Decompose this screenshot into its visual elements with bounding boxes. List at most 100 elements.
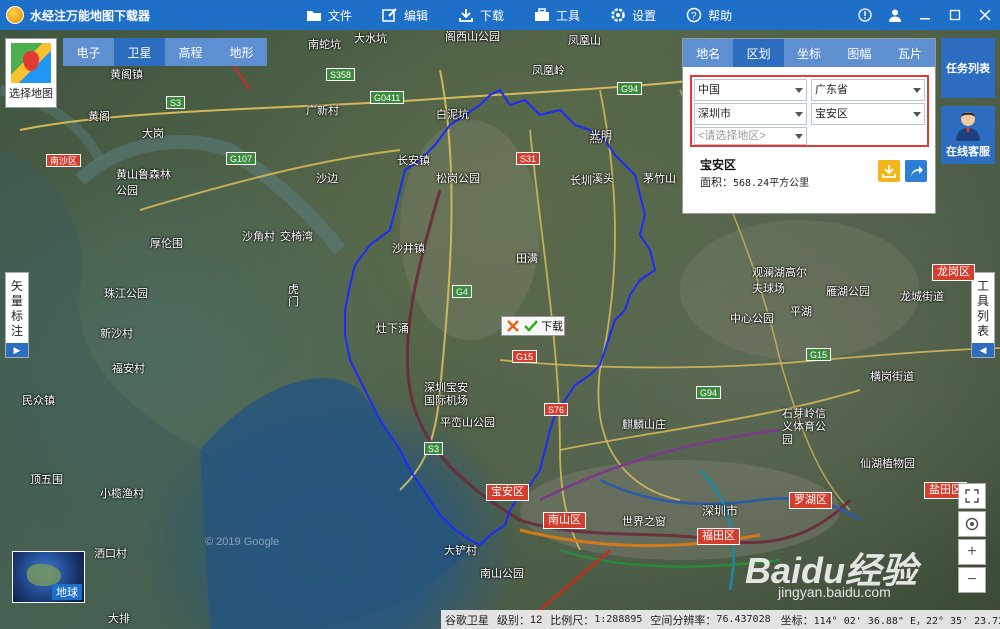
district-label: 宝安区 <box>486 484 529 501</box>
map-label: 中心公园 <box>730 313 774 325</box>
map-label: 小榄渔村 <box>100 488 144 500</box>
map-selector-button[interactable]: 选择地图 <box>5 38 57 108</box>
download-popup: 下载 <box>501 316 565 336</box>
map-label: 大水坑 <box>354 33 387 45</box>
chevron-right-icon[interactable]: ▶ <box>6 343 28 357</box>
road-badge: G107 <box>226 152 257 165</box>
area-value: 568.24平方公里 <box>733 178 810 189</box>
minimize-button[interactable] <box>910 0 940 30</box>
window-controls <box>850 0 1000 30</box>
gear-icon <box>611 8 625 22</box>
tool-list-tab[interactable]: 工 具 列 表 ◀ <box>971 272 995 358</box>
earth-view-button[interactable]: 地球 <box>12 551 85 603</box>
status-resolution: 76.437028 <box>716 614 771 625</box>
map-view[interactable]: 选择地图 电子 卫星 高程 地形 矢 量 标 注 ▶ 工 具 列 表 ◀ 南蛇坑… <box>0 30 1000 629</box>
side-tab-char: 矢 <box>10 279 23 293</box>
map-label: 黄阁 <box>88 111 110 123</box>
country-select[interactable]: 中国 <box>694 79 807 101</box>
dropdown-arrow-icon <box>795 88 803 93</box>
menu-file[interactable]: 文件 <box>306 0 352 30</box>
map-thumbnail-icon <box>11 43 51 83</box>
menu-tools[interactable]: 工具 <box>534 0 580 30</box>
export-region-button[interactable] <box>905 160 927 182</box>
map-type-tabs: 电子 卫星 高程 地形 <box>63 38 267 66</box>
city-select[interactable]: 深圳市 <box>694 103 807 125</box>
watermark-url: jingyan.baidu.com <box>778 584 891 600</box>
zoom-in-button[interactable]: + <box>958 539 986 565</box>
menu-download-label: 下载 <box>480 8 505 23</box>
road-badge: G15 <box>806 348 832 361</box>
result-region-name: 宝安区 <box>700 158 737 172</box>
map-label: 阁西山公园 <box>445 31 500 43</box>
menu-help[interactable]: ? 帮助 <box>686 0 732 30</box>
menu-settings[interactable]: 设置 <box>610 0 656 30</box>
area-select[interactable]: <请选择地区> <box>694 127 807 145</box>
info-button[interactable] <box>850 0 880 30</box>
globe-icon <box>27 564 61 586</box>
chevron-left-icon[interactable]: ◀ <box>972 343 994 357</box>
tab-place-name[interactable]: 地名 <box>683 39 733 67</box>
fullscreen-button[interactable] <box>958 483 986 509</box>
side-tab-char: 量 <box>10 294 23 308</box>
tab-coordinates[interactable]: 坐标 <box>784 39 834 67</box>
side-tab-char: 工 <box>976 279 989 293</box>
tab-region[interactable]: 区划 <box>733 39 784 67</box>
map-label: 灶下涌 <box>376 323 409 335</box>
map-label: 凤凰山 <box>568 35 601 47</box>
app-logo-icon <box>6 6 24 24</box>
road-badge: S3 <box>424 442 444 455</box>
menu-download[interactable]: 下载 <box>458 0 504 30</box>
side-tab-char: 具 <box>976 294 989 308</box>
map-label: 沙角村 <box>242 231 275 243</box>
road-badge: S76 <box>544 403 569 416</box>
map-label: 麒麟山庄 <box>622 419 666 431</box>
map-label: 松岗公园 <box>436 173 480 185</box>
download-icon <box>459 9 473 22</box>
map-label: 长圳 <box>570 175 592 187</box>
tab-satellite[interactable]: 卫星 <box>114 38 165 66</box>
district-label: 南山区 <box>543 512 586 529</box>
vector-annotation-tab[interactable]: 矢 量 标 注 ▶ <box>5 272 29 358</box>
check-icon[interactable] <box>524 319 538 333</box>
status-coord-label: 坐标： <box>780 614 814 627</box>
user-button[interactable] <box>880 0 910 30</box>
province-select[interactable]: 广东省 <box>811 79 925 101</box>
status-coord: 114° 02' 36.88" E，22° 35' 23.72" N <box>813 616 1000 627</box>
status-level-label: 级别： <box>497 614 530 627</box>
map-label: 大铲村 <box>444 545 477 557</box>
close-button[interactable] <box>970 0 1000 30</box>
close-icon[interactable] <box>506 319 520 333</box>
tab-electronic[interactable]: 电子 <box>63 38 114 66</box>
map-label: 雁湖公园 <box>826 286 870 298</box>
maximize-button[interactable] <box>940 0 970 30</box>
search-panel: 地名 区划 坐标 图幅 瓦片 中国 广东省 深圳市 宝安区 <请选择地区> 宝安… <box>682 38 936 214</box>
map-label: 南蛇坑 <box>308 39 341 51</box>
tab-map-sheet[interactable]: 图幅 <box>834 39 884 67</box>
area-placeholder: <请选择地区> <box>698 130 766 142</box>
district-select[interactable]: 宝安区 <box>811 103 925 125</box>
reset-view-button[interactable] <box>958 511 986 537</box>
dropdown-arrow-icon <box>913 88 921 93</box>
map-label: 凤凰岭 <box>532 65 565 77</box>
map-label: 深圳市 <box>702 504 739 518</box>
panel-tabs: 地名 区划 坐标 图幅 瓦片 <box>683 39 935 67</box>
tab-terrain[interactable]: 地形 <box>216 38 267 66</box>
side-tab-char: 列 <box>976 309 989 323</box>
copyright-text: © 2019 Google <box>205 536 280 548</box>
tab-elevation[interactable]: 高程 <box>165 38 216 66</box>
tab-tiles[interactable]: 瓦片 <box>885 39 935 67</box>
map-label: 平湖 <box>790 306 812 318</box>
zoom-out-button[interactable]: − <box>958 567 986 593</box>
download-region-button[interactable] <box>878 160 900 182</box>
map-label: 交椅湾 <box>280 231 313 243</box>
menu-edit[interactable]: 编辑 <box>382 0 428 30</box>
map-label: 顶五围 <box>30 474 63 486</box>
map-label: 广新村 <box>306 105 339 117</box>
map-label: 沙井镇 <box>392 243 425 255</box>
download-popup-label[interactable]: 下载 <box>541 318 563 334</box>
task-list-button[interactable]: 任务列表 <box>941 38 995 98</box>
minimize-icon <box>920 18 930 20</box>
map-selector-label: 选择地图 <box>9 88 53 100</box>
online-service-button[interactable]: 在线客服 <box>941 106 995 164</box>
menu-edit-label: 编辑 <box>404 8 429 23</box>
